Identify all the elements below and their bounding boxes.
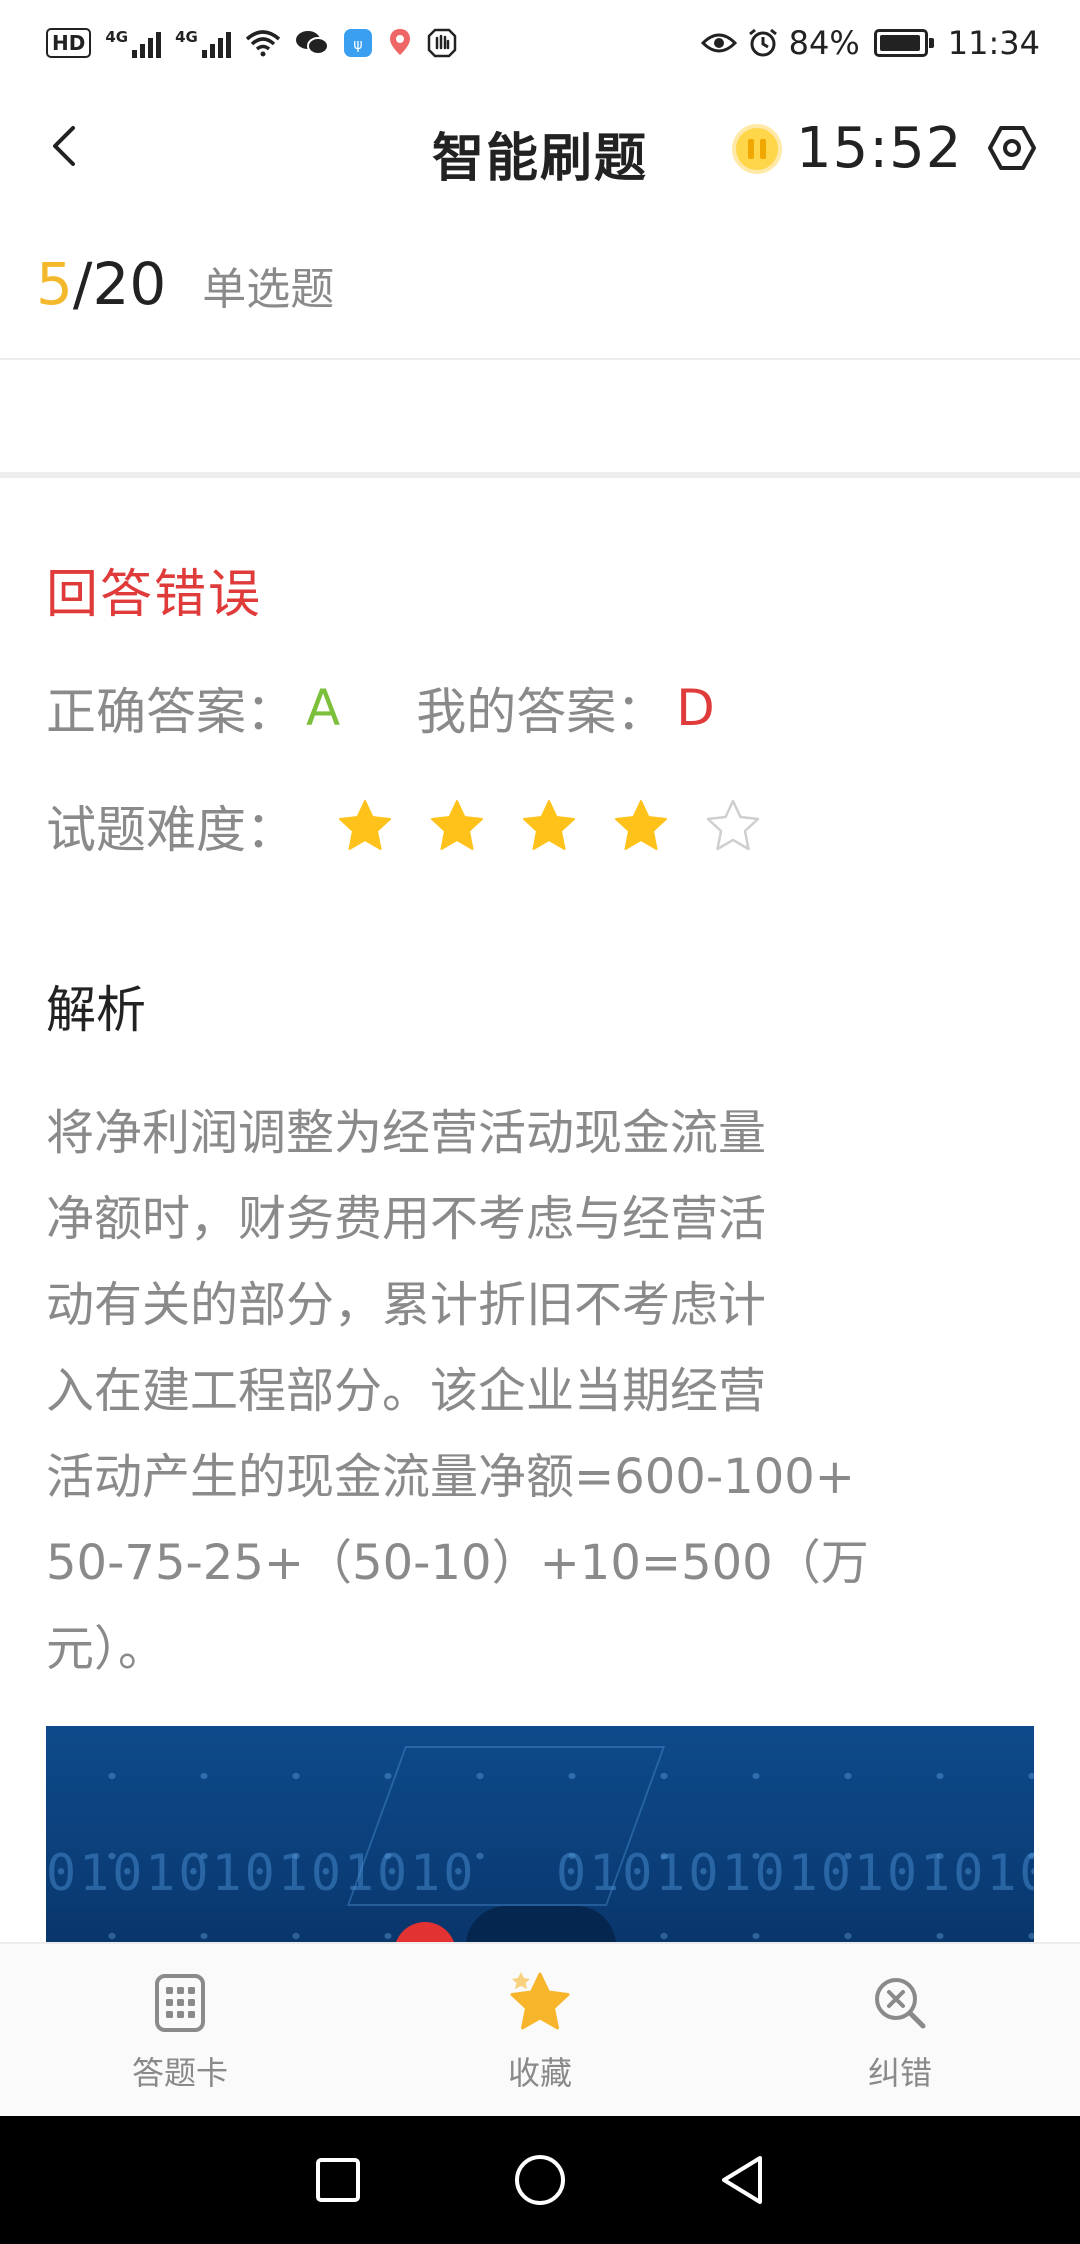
battery-icon: [873, 29, 934, 57]
star-empty-icon: [706, 799, 760, 851]
error-search-icon: [875, 1978, 926, 2029]
analysis-title: 解析: [46, 981, 146, 1039]
back-system-button[interactable]: [712, 2150, 772, 2210]
settings-button[interactable]: [982, 118, 1042, 178]
divider: [0, 358, 1080, 360]
difficulty-stars: [336, 797, 762, 855]
network-type-label: 4G: [105, 28, 129, 46]
analysis-line: 入在建工程部分。该企业当期经营: [46, 1363, 767, 1419]
section-divider: [0, 472, 1080, 478]
network-type-label: 4G: [175, 28, 198, 46]
favorite-button[interactable]: 收藏: [360, 1944, 720, 2116]
settings-hexagon-icon: [988, 126, 1036, 170]
alarm-icon: [748, 28, 777, 57]
home-icon: [515, 2155, 565, 2205]
back-button[interactable]: [36, 118, 92, 174]
clock-time: 11:34: [947, 24, 1040, 62]
analysis-text: 将净利润调整为经营活动现金流量 净额时，财务费用不考虑与经营活 动有关的部分，累计折…: [46, 1090, 906, 1692]
timer-text: 15:52: [796, 116, 963, 181]
star-icon: [510, 1972, 570, 2030]
error-report-button[interactable]: 纠错: [720, 1944, 1080, 2116]
eye-icon: [700, 33, 737, 53]
signal-icon: 4G: [175, 28, 231, 58]
recent-apps-icon: [316, 2158, 360, 2202]
star-filled-icon: [431, 800, 483, 850]
wechat-icon: [295, 31, 329, 55]
page: HD 4G 4G ψ 84% 11:34 智能刷题 15:52 5 /20 单选…: [0, 0, 1080, 2244]
answer-card-button[interactable]: 答题卡: [0, 1944, 360, 2116]
analysis-line: 活动产生的现金流量净额=600-100+: [46, 1449, 855, 1505]
back-triangle-icon: [722, 2156, 762, 2204]
pause-icon: [732, 123, 782, 174]
my-answer-label: 我的答案：: [416, 683, 667, 741]
svg-text:ψ: ψ: [353, 37, 362, 53]
status-bar: HD 4G 4G ψ 84% 11:34: [0, 0, 1080, 86]
analysis-line: 动有关的部分，累计折旧不考虑计: [46, 1277, 767, 1333]
system-navigation-bar: [0, 2116, 1080, 2244]
wifi-icon: [245, 30, 280, 57]
bottom-toolbar: 答题卡 收藏 纠错: [0, 1942, 1080, 2116]
analysis-line: 50-75-25+（50-10）+10=500（万: [46, 1535, 869, 1591]
home-button[interactable]: [510, 2150, 570, 2210]
error-report-label: 纠错: [867, 2054, 932, 2092]
correct-answer-label: 正确答案：: [46, 683, 296, 741]
recent-apps-button[interactable]: [308, 2150, 368, 2210]
analysis-line: 将净利润调整为经营活动现金流量: [46, 1105, 767, 1161]
chevron-left-icon: [53, 126, 75, 166]
star-filled-icon: [339, 800, 391, 850]
banner-logo-dark: [466, 1906, 616, 1946]
my-answer-value: D: [676, 679, 715, 737]
banner-binary-left: 0101010101010: [46, 1844, 477, 1902]
signal-icon: 4G: [105, 28, 162, 58]
answer-card-label: 答题卡: [131, 2054, 228, 2092]
star-filled-icon: [615, 800, 667, 850]
difficulty-label: 试题难度：: [46, 801, 296, 859]
current-question-number: 5: [36, 250, 73, 318]
total-questions: /20: [72, 250, 167, 318]
analysis-line: 净额时，财务费用不考虑与经营活: [46, 1191, 767, 1247]
status-icons-left: HD 4G 4G ψ: [46, 27, 457, 59]
hand-icon: [427, 28, 457, 58]
star-filled-icon: [523, 800, 575, 850]
analysis-line: 元）。: [46, 1621, 167, 1677]
question-progress: 5 /20 单选题: [36, 250, 334, 318]
favorite-label: 收藏: [507, 2054, 572, 2092]
answer-card-icon: [155, 1974, 205, 2032]
location-icon: [389, 29, 410, 55]
banner-binary-right: 010101010101010: [556, 1844, 1034, 1902]
question-type: 单选题: [202, 264, 335, 315]
difficulty-row: 试题难度：: [46, 790, 762, 862]
result-title: 回答错误: [46, 565, 263, 625]
answer-row: 正确答案： A 我的答案： D: [46, 672, 715, 744]
promo-banner-image[interactable]: 0101010101010 010101010101010: [46, 1726, 1034, 1946]
app-header: 智能刷题 15:52: [0, 86, 1080, 216]
battery-percent: 84%: [788, 24, 860, 62]
hd-icon: HD: [46, 28, 92, 58]
app-notification-icon: ψ: [343, 29, 372, 57]
correct-answer-value: A: [306, 679, 341, 737]
timer-pause-button[interactable]: 15:52: [732, 116, 962, 181]
status-icons-right: 84% 11:34: [700, 24, 1040, 62]
